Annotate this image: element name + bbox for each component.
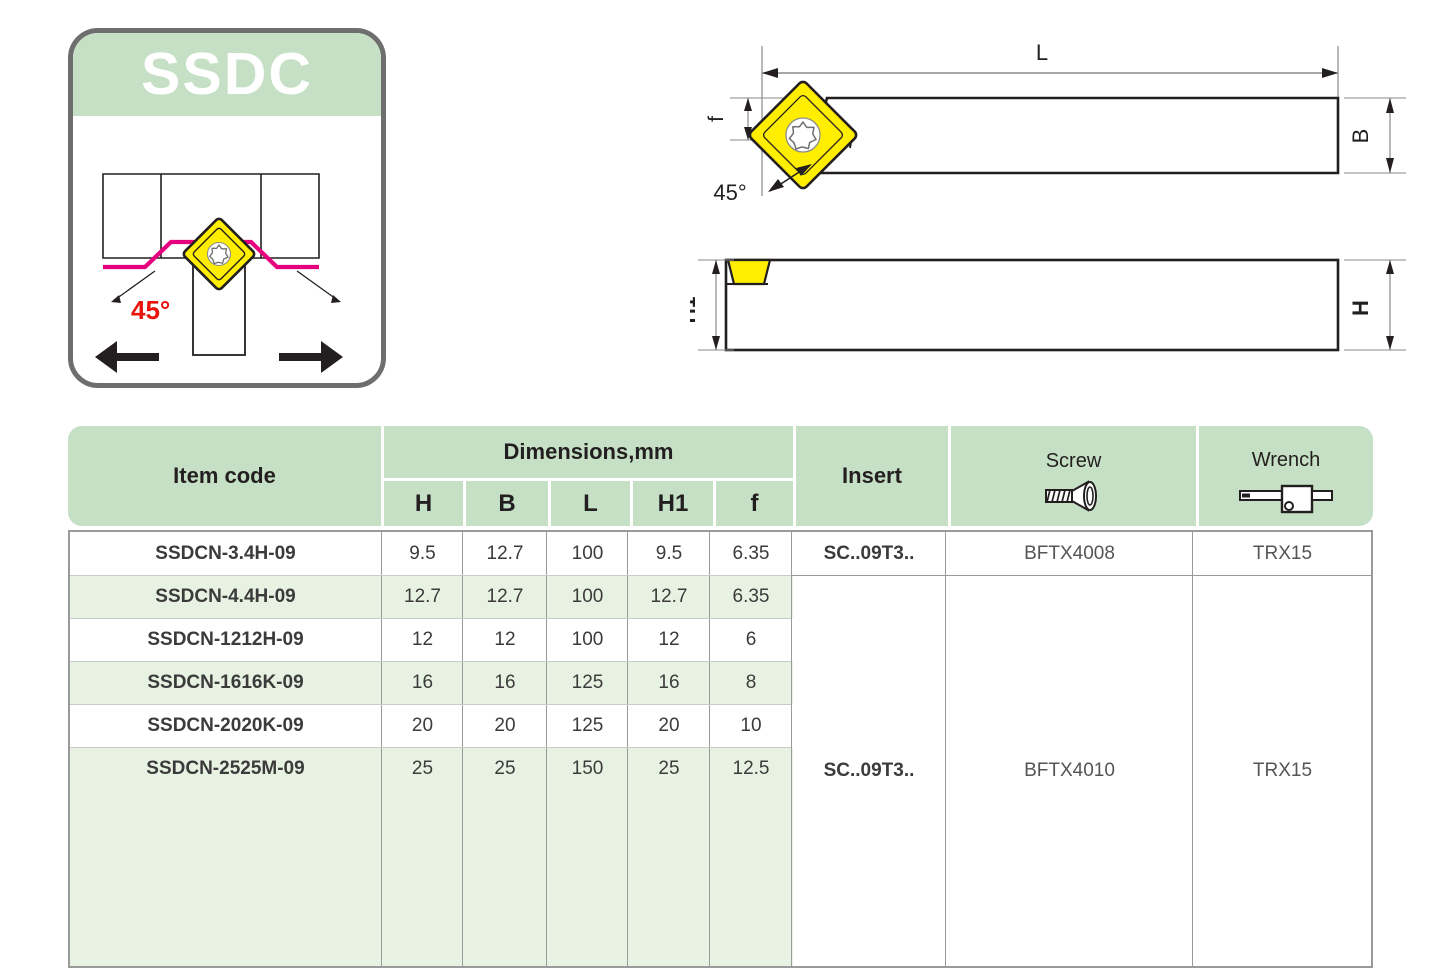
cell-item-code: SSDCN-3.4H-09 <box>155 542 296 564</box>
cell-wrench-first: TRX15 <box>1194 532 1371 575</box>
dim-label-angle-top: 45° <box>713 180 746 205</box>
grid-line <box>70 704 791 705</box>
cell-L: 125 <box>571 671 604 693</box>
cell-H1: 16 <box>658 671 680 693</box>
product-logo-card: SSDC 45° <box>68 28 386 388</box>
cell-H: 25 <box>411 757 434 779</box>
cell-B: 12.7 <box>486 542 524 564</box>
cell-item-code: SSDCN-2525M-09 <box>146 757 305 779</box>
header-dim-H1: H1 <box>633 481 713 526</box>
header-dimensions-group: Dimensions,mm <box>384 426 793 478</box>
grid-line <box>381 532 382 966</box>
cell-screw-merged: BFTX4010 <box>947 576 1192 966</box>
cell-H1: 12 <box>658 628 680 650</box>
header-dim-L: L <box>551 481 630 526</box>
cell-B: 25 <box>494 757 516 779</box>
grid-line <box>791 532 792 966</box>
dim-label-L: L <box>1036 40 1048 65</box>
grid-line <box>627 532 628 966</box>
side-view-drawing: H1 H <box>690 258 1406 352</box>
grid-line <box>1192 532 1193 966</box>
cell-item-code: SSDCN-4.4H-09 <box>155 585 296 607</box>
left-arrow-icon <box>95 341 159 373</box>
cell-f: 8 <box>745 671 757 693</box>
angle-label-45: 45° <box>131 295 170 325</box>
cell-L: 125 <box>571 714 604 736</box>
cell-item-code: SSDCN-1212H-09 <box>147 628 304 650</box>
header-screw-label: Screw <box>1045 449 1102 472</box>
cell-H: 12.7 <box>404 585 441 607</box>
header-item-code: Item code <box>68 426 381 526</box>
grid-line <box>546 532 547 966</box>
right-arrow-icon <box>279 341 343 373</box>
cell-f: 10 <box>740 714 762 736</box>
header-dim-f: f <box>716 481 793 526</box>
cell-screw-first: BFTX4008 <box>947 532 1192 575</box>
header-screw: Screw <box>951 426 1196 526</box>
cell-wrench-merged: TRX15 <box>1194 576 1371 966</box>
cell-L: 100 <box>571 542 604 564</box>
grid-line <box>709 532 710 966</box>
screw-icon <box>1044 479 1097 512</box>
cell-H1: 20 <box>658 714 680 736</box>
dim-label-f: f <box>705 116 728 122</box>
cell-L: 100 <box>571 628 604 650</box>
logo-banner: SSDC <box>73 33 381 116</box>
cell-f: 6 <box>745 628 757 650</box>
torx-wrench-icon <box>1239 484 1333 513</box>
cell-item-code: SSDCN-2020K-09 <box>147 714 304 736</box>
table-header: Item code Dimensions,mm H B L H1 f Inser… <box>68 426 1373 526</box>
cell-L: 150 <box>571 757 604 779</box>
header-wrench: Wrench <box>1199 426 1373 526</box>
cell-H1: 12.7 <box>650 585 688 607</box>
cell-item-code: SSDCN-1616K-09 <box>147 671 304 693</box>
cell-H: 12 <box>411 628 434 650</box>
grid-line <box>945 532 946 966</box>
cell-B: 16 <box>494 671 516 693</box>
grid-line <box>70 618 791 619</box>
grid-line <box>70 575 791 576</box>
grid-line <box>462 532 463 966</box>
cell-f: 12.5 <box>732 757 770 779</box>
cell-insert-merged: SC..09T3.. <box>793 576 945 966</box>
series-code-label: SSDC <box>141 41 313 107</box>
cell-H: 20 <box>411 714 434 736</box>
cell-H1: 9.5 <box>655 542 683 564</box>
grid-line <box>791 575 1371 576</box>
cell-B: 20 <box>494 714 516 736</box>
cell-f: 6.35 <box>732 585 770 607</box>
cell-H: 16 <box>411 671 434 693</box>
cell-B: 12 <box>494 628 516 650</box>
top-view-drawing: L f 45° B <box>705 40 1406 205</box>
cell-H1: 25 <box>658 757 680 779</box>
grid-line <box>70 661 791 662</box>
header-insert: Insert <box>796 426 948 526</box>
header-dim-H: H <box>384 481 463 526</box>
cell-L: 100 <box>571 585 604 607</box>
specification-table: Item code Dimensions,mm H B L H1 f Inser… <box>68 426 1373 968</box>
cell-f: 6.35 <box>732 542 770 564</box>
table-body: SSDCN-3.4H-09 9.5 12.7 100 9.5 6.35 SSDC… <box>68 530 1373 968</box>
dim-label-H: H <box>1348 300 1373 316</box>
grid-line <box>70 747 791 748</box>
dim-label-H1: H1 <box>690 296 700 323</box>
tool-operation-diagram: 45° <box>95 173 343 373</box>
dim-label-B: B <box>1348 129 1373 144</box>
cell-H: 9.5 <box>409 542 436 564</box>
header-wrench-label: Wrench <box>1251 448 1321 471</box>
cell-B: 12.7 <box>486 585 524 607</box>
header-dim-B: B <box>466 481 548 526</box>
cell-insert-first: SC..09T3.. <box>793 532 945 575</box>
